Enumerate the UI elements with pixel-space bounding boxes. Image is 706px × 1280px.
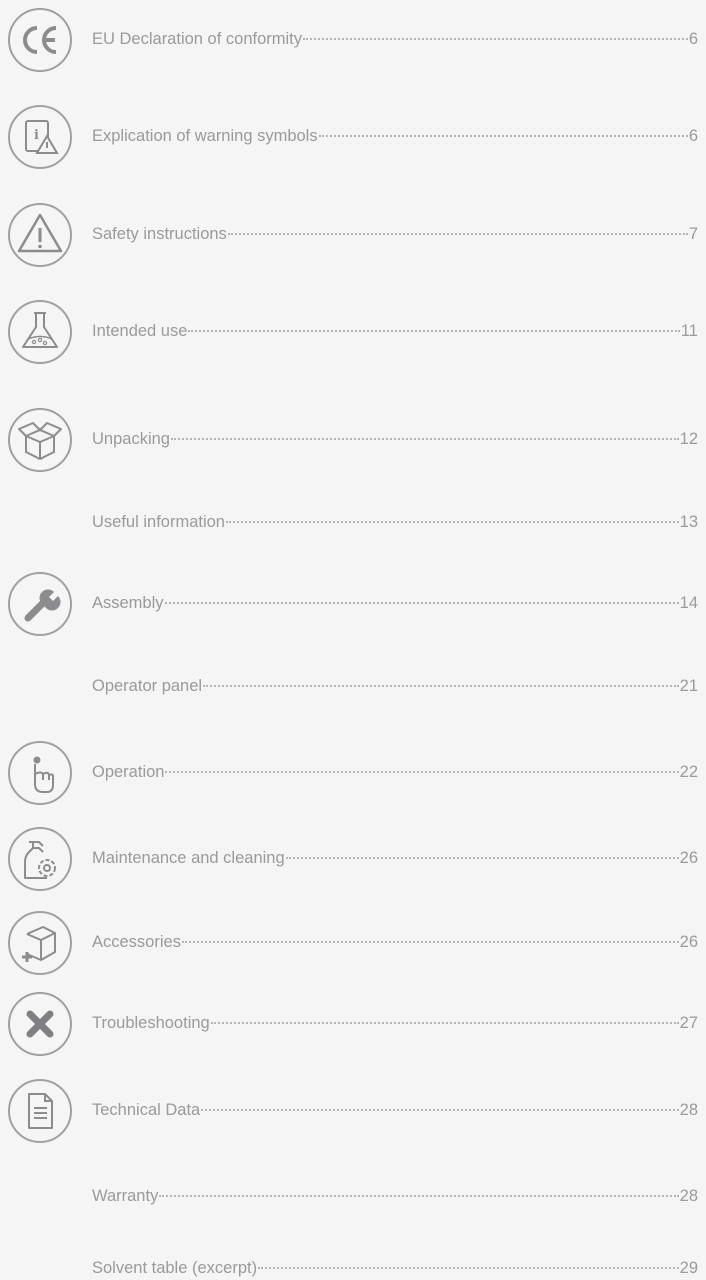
toc-entry-title: Assembly [92,594,164,612]
dot-leader [303,38,688,40]
dot-leader [170,438,679,440]
toc-entry[interactable]: EU Declaration of conformity 6 [0,0,706,80]
box-plus-icon [7,910,73,976]
toc-entry-page: 26 [679,933,698,951]
dot-leader [318,135,688,137]
toc-entry[interactable]: Technical Data 28 [0,1071,706,1151]
toc-entry-title: Useful information [92,513,225,531]
toc-entry[interactable]: i Explication of warning symbols 6 [0,97,706,177]
open-box-icon [7,407,73,473]
ce-mark-icon [7,7,73,73]
toc-entry-page: 13 [679,513,698,531]
document-icon [7,1078,73,1144]
toc-entry-title: Safety instructions [92,225,227,243]
toc-entry[interactable]: Troubleshooting 27 [0,984,706,1064]
dot-leader [225,521,679,523]
toc-entry-title: EU Declaration of conformity [92,30,302,48]
table-of-contents: EU Declaration of conformity 6 i Explicat… [0,0,706,1279]
svg-text:i: i [34,128,39,143]
toc-entry[interactable]: Unpacking 12 [0,400,706,480]
dot-leader [203,685,679,687]
dot-leader [258,1267,679,1269]
toc-entry-page: 7 [688,225,698,243]
toc-entry[interactable]: Operation 22 [0,733,706,813]
dot-leader [164,602,679,604]
toc-entry-page: 29 [679,1259,698,1277]
x-mark-icon [7,991,73,1057]
toc-entry-title: Technical Data [92,1101,201,1119]
toc-entry[interactable]: Maintenance and cleaning 26 [0,819,706,899]
toc-entry-title: Explication of warning symbols [92,127,318,145]
toc-entry-title: Unpacking [92,430,170,448]
toc-entry-page: 11 [680,322,698,340]
toc-entry[interactable]: Operator panel 21 [0,647,706,727]
touch-finger-icon [7,740,73,806]
toc-entry-title: Accessories [92,933,181,951]
toc-entry-page: 12 [679,430,698,448]
toc-entry-title: Operation [92,763,165,781]
wrench-icon [7,571,73,637]
toc-entry-page: 26 [679,849,698,867]
toc-entry-title: Intended use [92,322,188,340]
toc-entry[interactable]: Safety instructions 7 [0,195,706,275]
toc-entry[interactable]: Warranty 28 [0,1157,706,1237]
info-warning-manual-icon: i [7,104,73,170]
toc-entry-page: 6 [688,30,698,48]
lab-flask-icon [7,299,73,365]
toc-entry-page: 28 [679,1101,698,1119]
toc-entry[interactable]: Assembly 14 [0,564,706,644]
toc-entry-page: 21 [679,677,698,695]
toc-entry-title: Maintenance and cleaning [92,849,285,867]
dot-leader [227,233,688,235]
toc-entry-page: 27 [679,1014,698,1032]
toc-entry-title: Operator panel [92,677,203,695]
dot-leader [181,941,679,943]
toc-entry[interactable]: Intended use 11 [0,292,706,372]
dot-leader [188,330,680,332]
toc-entry-page: 14 [679,594,698,612]
dot-leader [201,1109,679,1111]
toc-entry-page: 6 [688,127,698,145]
dot-leader [165,771,679,773]
toc-entry-page: 22 [679,763,698,781]
toc-entry-title: Solvent table (excerpt) [92,1259,258,1277]
toc-entry-title: Troubleshooting [92,1014,210,1032]
spray-bottle-gear-icon [7,826,73,892]
dot-leader [285,857,679,859]
toc-entry[interactable]: Accessories 26 [0,903,706,983]
dot-leader [159,1195,679,1197]
toc-entry[interactable]: Solvent table (excerpt) 29 [0,1229,706,1279]
toc-entry[interactable]: Useful information 13 [0,483,706,563]
toc-entry-title: Warranty [92,1187,159,1205]
toc-entry-page: 28 [679,1187,698,1205]
warning-triangle-icon [7,202,73,268]
dot-leader [210,1022,679,1024]
